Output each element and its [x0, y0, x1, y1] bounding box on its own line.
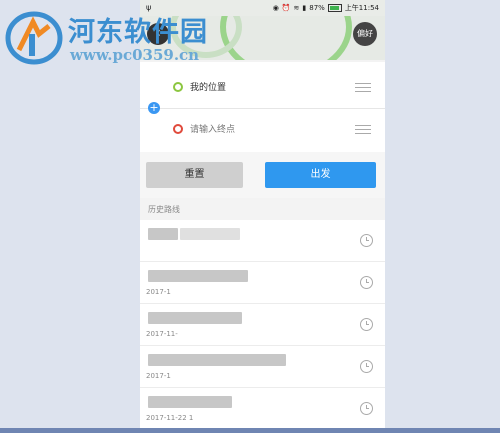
action-bar: 重置 出发: [140, 152, 385, 198]
list-item[interactable]: 2017-11-: [140, 304, 385, 346]
watermark-url: www.pc0359.cn: [70, 46, 200, 64]
alarm-clock-icon[interactable]: [360, 402, 373, 415]
redacted-text: [148, 228, 178, 240]
go-button[interactable]: 出发: [265, 162, 376, 188]
destination-placeholder: 请输入终点: [190, 125, 236, 135]
list-item[interactable]: 2017-11-22 1: [140, 388, 385, 430]
redacted-text: [180, 228, 240, 240]
history-date: 2017-1: [146, 372, 171, 380]
wifi-icon: ≋: [293, 4, 300, 12]
end-dot-icon: [173, 124, 183, 134]
start-dot-icon: [173, 82, 183, 92]
redacted-text: [148, 354, 286, 366]
redacted-text: [148, 312, 242, 324]
reset-button[interactable]: 重置: [146, 162, 243, 188]
list-item[interactable]: 2017-1: [140, 346, 385, 388]
redacted-text: [148, 270, 248, 282]
start-location-text: 我的位置: [190, 83, 227, 93]
list-item[interactable]: [140, 220, 385, 262]
status-icons: ◉ ⏰ ≋ ▮ 87% 上午11:54: [273, 3, 379, 13]
list-item[interactable]: 2017-1: [140, 262, 385, 304]
watermark-site-name: 河东软件园: [68, 17, 208, 48]
status-time: 上午11:54: [344, 4, 379, 12]
route-input-card: 我的位置 + 请输入终点: [140, 62, 385, 152]
bottom-border: [0, 428, 500, 433]
alarm-clock-icon[interactable]: [360, 276, 373, 289]
signal-icon: ▮: [302, 4, 307, 12]
battery-icon: [327, 4, 342, 12]
drag-handle-icon[interactable]: [355, 83, 371, 95]
alarm-clock-icon[interactable]: [360, 360, 373, 373]
drag-handle-icon[interactable]: [355, 125, 371, 137]
preference-button[interactable]: 偏好: [353, 22, 377, 46]
alarm-clock-icon[interactable]: [360, 318, 373, 331]
history-date: 2017-1: [146, 288, 171, 296]
history-date: 2017-11-22 1: [146, 414, 194, 422]
location-icon: ◉: [272, 4, 279, 12]
watermark: 河东软件园 www.pc0359.cn: [2, 4, 242, 74]
destination-field[interactable]: 请输入终点: [140, 108, 385, 150]
history-list: 2017-1 2017-11- 2017-1 2017-11-22 1: [140, 220, 385, 433]
history-section-label: 历史路线: [148, 205, 180, 214]
site-logo-icon: [5, 11, 63, 65]
battery-percent: 87%: [309, 4, 325, 12]
redacted-text: [148, 396, 232, 408]
history-date: 2017-11-: [146, 330, 178, 338]
alarm-icon: ⏰: [281, 4, 291, 12]
alarm-clock-icon[interactable]: [360, 234, 373, 247]
